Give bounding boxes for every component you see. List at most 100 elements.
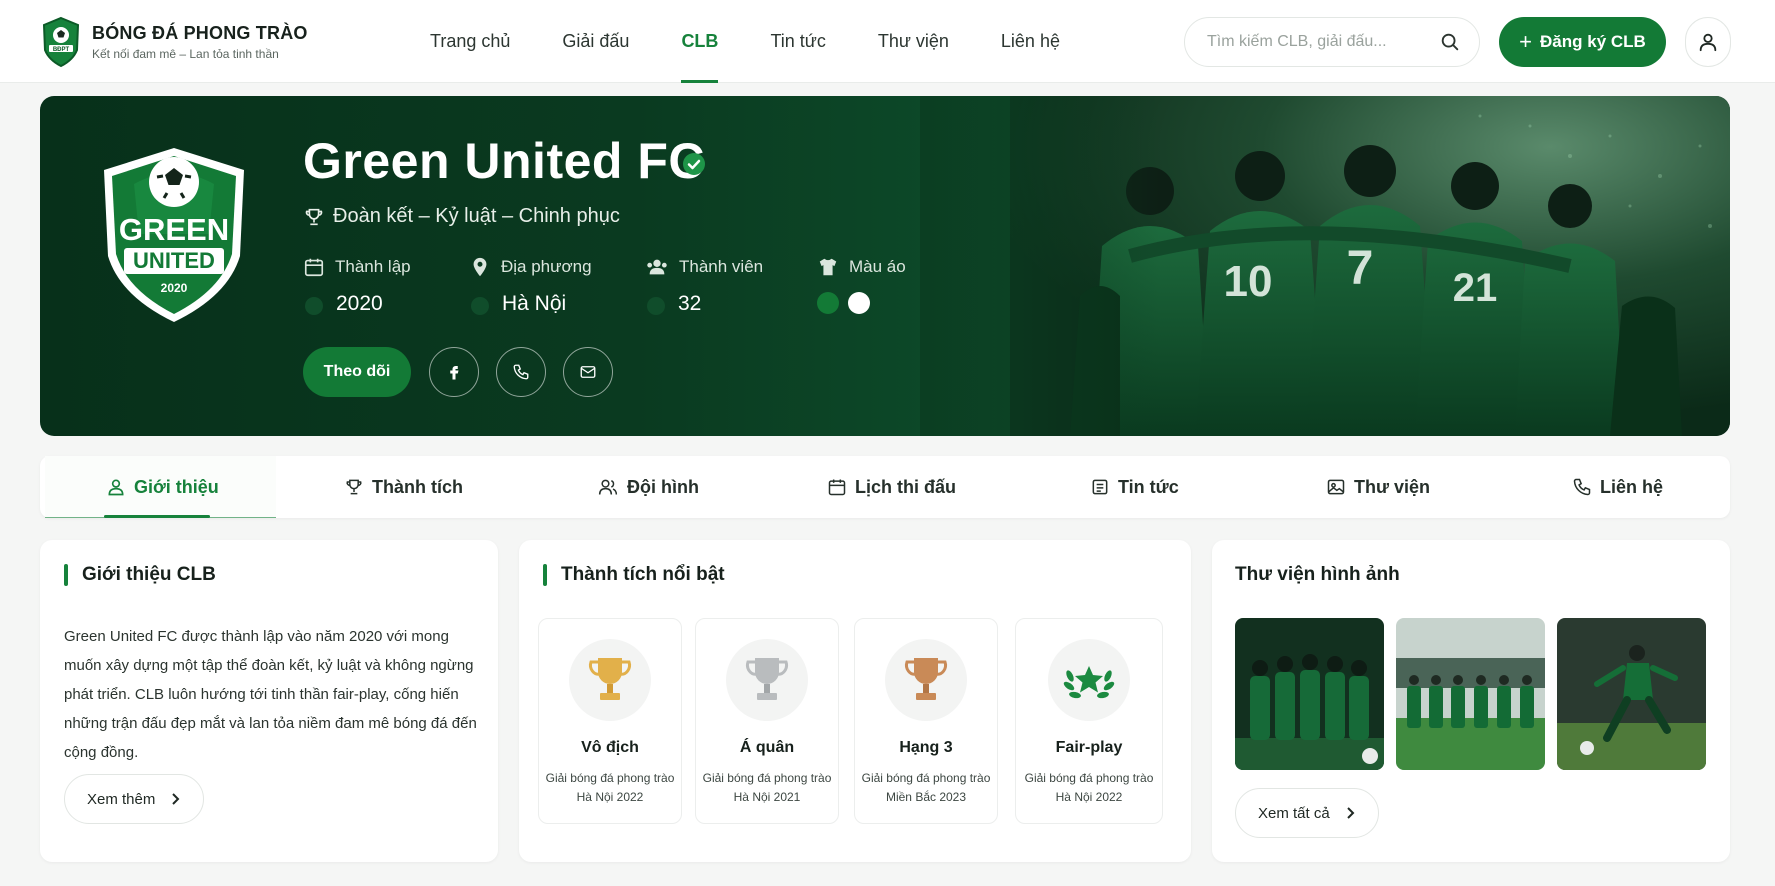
about-title: Giới thiệu CLB	[64, 564, 216, 586]
tab-contact-label: Liên hệ	[1600, 476, 1664, 497]
top-navbar: BĐPT BÓNG ĐÁ PHONG TRÀO Kết nối đam mê –…	[0, 0, 1775, 83]
read-more-button[interactable]: Xem thêm	[64, 774, 205, 824]
silver-trophy-icon	[746, 658, 788, 700]
trophy-icon	[346, 479, 362, 495]
tab-achievements[interactable]: Thành tích	[344, 456, 463, 518]
stat-location: Địa phương Hà Nội	[469, 256, 645, 316]
chevron-right-icon	[172, 793, 180, 805]
account-button[interactable]	[1685, 17, 1731, 67]
jersey-number-7: 7	[1347, 242, 1374, 295]
calendar-icon	[304, 258, 324, 277]
stat-kit-label: Màu áo	[849, 257, 906, 276]
tab-intro[interactable]: Giới thiệu	[106, 456, 219, 518]
users-icon	[598, 479, 618, 495]
achievement-title: Fair-play	[1055, 739, 1123, 756]
facebook-icon	[450, 366, 459, 380]
tab-gallery-label: Thư viện	[1354, 476, 1431, 497]
search-input[interactable]	[1207, 33, 1439, 51]
tab-news-label: Tin tức	[1118, 476, 1179, 497]
follow-button[interactable]: Theo dõi	[303, 347, 411, 397]
stat-location-label: Địa phương	[501, 257, 592, 276]
hero-actions: Theo dõi	[303, 347, 630, 397]
club-name: Green United FC	[303, 133, 705, 189]
gallery-card: Thư viện hình ảnh Xem tất cả	[1212, 540, 1730, 862]
crest-year: 2020	[161, 281, 188, 295]
achievements-card: Thành tích nổi bật Vô địch Giải bóng đá …	[519, 540, 1191, 862]
kit-color-white	[848, 292, 870, 314]
trophy-icon	[305, 208, 323, 225]
bronze-trophy-icon	[905, 658, 947, 700]
search-icon[interactable]	[1439, 31, 1461, 53]
club-tabs: Giới thiệu Thành tích Đội hình Lịch thi …	[40, 456, 1730, 518]
view-all-button[interactable]: Xem tất cả	[1235, 788, 1379, 838]
club-hero-banner: 10 7 21 GREEN UNITED 2020 Green United F…	[40, 96, 1730, 436]
nav-item-gallery[interactable]: Thư viện	[878, 0, 949, 83]
brand-logo-icon: BĐPT	[42, 16, 80, 68]
achievement-third-place[interactable]: Hạng 3 Giải bóng đá phong trào Miền Bắc …	[854, 618, 998, 824]
tab-squad[interactable]: Đội hình	[597, 456, 699, 518]
phone-button[interactable]	[496, 347, 546, 397]
tab-squad-label: Đội hình	[627, 476, 699, 497]
tab-intro-label: Giới thiệu	[134, 476, 219, 497]
achievement-runner-up[interactable]: Á quân Giải bóng đá phong trào Hà Nội 20…	[695, 618, 839, 824]
main-nav: Trang chủ Giải đấu CLB Tin tức Thư viện …	[430, 0, 1112, 83]
crest-text-line1: GREEN	[119, 212, 229, 247]
register-club-label: Đăng ký CLB	[1540, 32, 1646, 51]
jersey-number-10: 10	[1224, 257, 1273, 306]
stat-location-value: Hà Nội	[469, 292, 645, 316]
stat-founded: Thành lập 2020	[303, 256, 469, 316]
tab-schedule-label: Lịch thi đấu	[855, 476, 956, 497]
image-icon	[1327, 479, 1345, 495]
club-crest-icon: GREEN UNITED 2020	[104, 148, 244, 322]
gallery-title: Thư viện hình ảnh	[1235, 564, 1400, 585]
achievement-year: Hà Nội 2022	[576, 790, 644, 804]
gallery-photo-action[interactable]	[1557, 618, 1706, 770]
read-more-label: Xem thêm	[87, 790, 156, 808]
stat-members: Thành viên 32	[645, 256, 817, 316]
nav-item-news[interactable]: Tin tức	[770, 0, 825, 83]
users-icon	[647, 259, 667, 275]
achievement-champion[interactable]: Vô địch Giải bóng đá phong trào Hà Nội 2…	[538, 618, 682, 824]
search-box	[1184, 17, 1480, 67]
verified-badge-icon	[683, 153, 705, 175]
tab-gallery[interactable]: Thư viện	[1326, 456, 1430, 518]
nav-item-clubs[interactable]: CLB	[681, 0, 719, 83]
achievement-desc: Giải bóng đá phong trào	[545, 771, 675, 785]
nav-item-home[interactable]: Trang chủ	[430, 0, 510, 83]
achievement-year: Miền Bắc 2023	[885, 790, 967, 804]
nav-item-contact[interactable]: Liên hệ	[1001, 0, 1060, 83]
shirt-icon	[819, 258, 837, 276]
facebook-button[interactable]	[429, 347, 479, 397]
achievement-year: Hà Nội 2022	[1055, 790, 1123, 804]
email-button[interactable]	[563, 347, 613, 397]
gallery-photo-lineup[interactable]	[1396, 618, 1545, 770]
gallery-photo-huddle[interactable]	[1235, 618, 1384, 770]
tab-news[interactable]: Tin tức	[1090, 456, 1179, 518]
chevron-right-icon	[1346, 807, 1355, 819]
achievement-fair-play[interactable]: Fair-play Giải bóng đá phong trào Hà Nội…	[1015, 618, 1163, 824]
brand[interactable]: BĐPT BÓNG ĐÁ PHONG TRÀO Kết nối đam mê –…	[40, 16, 308, 68]
nav-item-tournaments[interactable]: Giải đấu	[562, 0, 629, 83]
club-slogan-text: Đoàn kết – Kỷ luật – Chinh phục	[333, 205, 620, 227]
achievement-desc: Giải bóng đá phong trào	[702, 771, 832, 785]
tab-intro-underline	[104, 515, 210, 518]
brand-subtitle: Kết nối đam mê – Lan tỏa tinh thần	[92, 47, 279, 61]
tab-contact[interactable]: Liên hệ	[1572, 456, 1663, 518]
stat-founded-value: 2020	[303, 292, 469, 316]
tab-schedule[interactable]: Lịch thi đấu	[827, 456, 956, 518]
stat-founded-label: Thành lập	[335, 257, 411, 276]
calendar-icon	[828, 479, 846, 496]
about-text: Green United FC được thành lập vào năm 2…	[64, 628, 477, 761]
stat-members-label: Thành viên	[679, 257, 764, 276]
register-club-button[interactable]: + Đăng ký CLB	[1499, 17, 1666, 67]
about-card: Giới thiệu CLB Green United FC được thàn…	[40, 540, 498, 862]
achievement-title: Vô địch	[581, 739, 639, 756]
club-slogan: Đoàn kết – Kỷ luật – Chinh phục	[303, 205, 620, 228]
phone-icon	[1573, 478, 1591, 496]
location-pin-icon	[473, 257, 487, 277]
achievements-title: Thành tích nổi bật	[543, 564, 725, 586]
jersey-number-21: 21	[1453, 266, 1498, 310]
news-icon	[1092, 479, 1108, 495]
view-all-label: Xem tất cả	[1258, 804, 1330, 822]
laurel-star-icon	[1063, 666, 1115, 699]
